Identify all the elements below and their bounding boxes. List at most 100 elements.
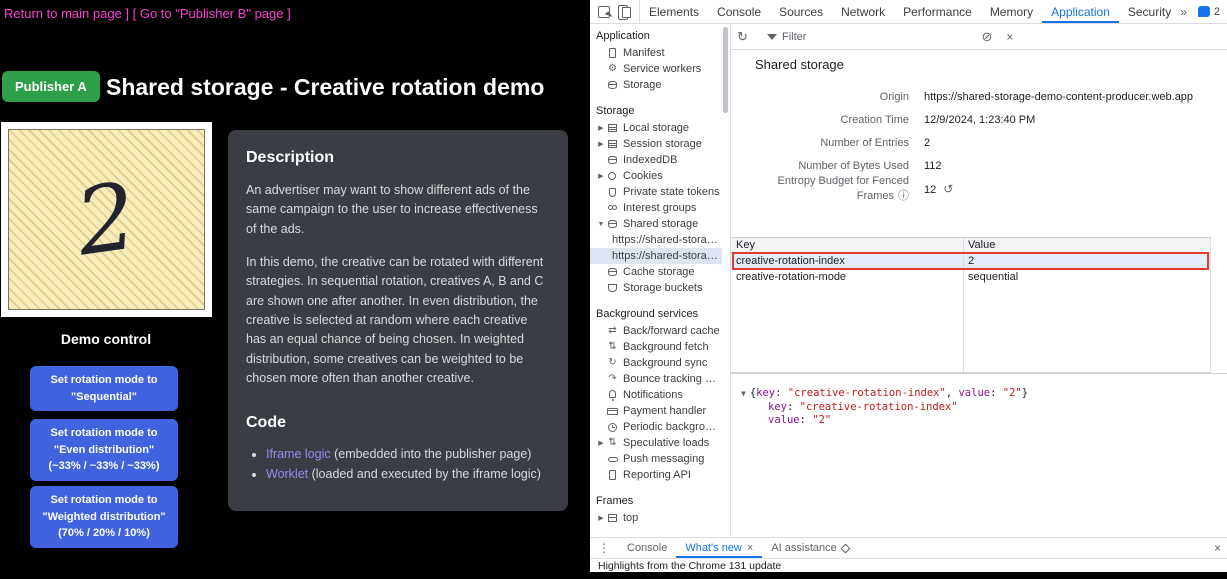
tab-network[interactable]: Network	[832, 0, 894, 23]
property-name: key	[756, 387, 775, 399]
scrollbar-thumb[interactable]	[723, 27, 728, 113]
sidebar-item-speculative-loads[interactable]: ▶⇅Speculative loads	[590, 435, 722, 451]
sidebar-item-label: https://shared-storage…	[612, 250, 722, 262]
meta-label: Number of Bytes Used	[731, 160, 909, 172]
drawer-menu-icon[interactable]: ⋮	[598, 541, 610, 555]
chevron-right-icon[interactable]: ▶	[596, 124, 606, 132]
sidebar-item-cache-storage[interactable]: Cache storage	[590, 264, 722, 280]
close-icon[interactable]: ×	[747, 542, 753, 554]
sidebar-item-payment-handler[interactable]: Payment handler	[590, 403, 722, 419]
sidebar-item-session-storage[interactable]: ▶Session storage	[590, 136, 722, 152]
sidebar-item-label: top	[623, 512, 638, 524]
sidebar-item-shared-storage-origin-1[interactable]: https://shared-storage…	[590, 232, 722, 248]
filter-label[interactable]: Filter	[782, 31, 806, 43]
preview-object-line[interactable]: ▼{key: "creative-rotation-index", value:…	[741, 387, 1227, 401]
top-nav-links[interactable]: Return to main page ] [ Go to "Publisher…	[4, 6, 291, 21]
tab-application[interactable]: Application	[1042, 0, 1119, 23]
sidebar-section-application[interactable]: Application	[590, 27, 722, 45]
sidebar-item-bounce-tracking[interactable]: ↷Bounce tracking miti…	[590, 371, 722, 387]
sidebar-item-indexeddb[interactable]: IndexedDB	[590, 152, 722, 168]
iframe-logic-link[interactable]: Iframe logic	[266, 447, 331, 461]
sidebar-item-shared-storage-origin-2[interactable]: https://shared-storage…	[590, 248, 722, 264]
column-divider[interactable]	[963, 238, 964, 372]
sidebar-section-storage[interactable]: Storage	[590, 102, 722, 120]
meta-value: 12↺	[924, 182, 953, 196]
sidebar-item-local-storage[interactable]: ▶Local storage	[590, 120, 722, 136]
property-name: key	[768, 401, 787, 413]
table-row-creative-rotation-mode[interactable]: creative-rotation-mode sequential	[731, 269, 1210, 285]
sidebar-item-interest-groups[interactable]: Interest groups	[590, 200, 722, 216]
chevron-right-icon[interactable]: ▶	[596, 172, 606, 180]
sidebar-item-label: Shared storage	[623, 218, 698, 230]
sync-arrows-icon: ↻	[606, 357, 619, 369]
clear-events-icon[interactable]: ⊘	[981, 29, 992, 45]
chevron-right-icon[interactable]: ▶	[596, 514, 606, 522]
disclosure-triangle-icon[interactable]: ▼	[741, 389, 746, 398]
sidebar-item-push-messaging[interactable]: Push messaging	[590, 451, 722, 467]
sidebar-item-service-workers[interactable]: ⚙Service workers	[590, 61, 722, 77]
cell-key: creative-rotation-mode	[731, 271, 963, 283]
rotation-mode-even-distribution-button[interactable]: Set rotation mode to "Even distribution"…	[30, 419, 178, 481]
colon: :	[787, 401, 800, 413]
drawer-close-icon[interactable]: ×	[1214, 541, 1221, 555]
sidebar-item-notifications[interactable]: Notifications	[590, 387, 722, 403]
close-icon[interactable]: ×	[1006, 30, 1013, 44]
drawer-tab-console[interactable]: Console	[618, 538, 676, 558]
sidebar-section-frames[interactable]: Frames	[590, 492, 722, 510]
table-row-creative-rotation-index[interactable]: creative-rotation-index 2	[731, 253, 1210, 269]
reset-budget-icon[interactable]: ↺	[943, 182, 953, 196]
up-down-arrows-icon: ⇅	[606, 437, 619, 449]
database-icon	[606, 266, 619, 278]
meta-label: Creation Time	[731, 114, 909, 126]
sidebar-item-shared-storage[interactable]: ▼ Shared storage	[590, 216, 722, 232]
filter-funnel-icon[interactable]	[767, 34, 777, 40]
tab-performance[interactable]: Performance	[894, 0, 981, 23]
description-paragraph-1: An advertiser may want to show different…	[246, 181, 550, 239]
rotation-mode-sequential-button[interactable]: Set rotation mode to "Sequential"	[30, 366, 178, 411]
inspect-element-icon[interactable]	[598, 6, 610, 18]
rotation-mode-weighted-distribution-button[interactable]: Set rotation mode to "Weighted distribut…	[30, 486, 178, 548]
database-icon	[606, 79, 619, 91]
info-icon[interactable]: ⓘ	[898, 190, 909, 202]
more-panels-icon[interactable]: »	[1180, 5, 1187, 19]
creative-digit: 2	[71, 170, 142, 269]
sidebar-item-private-state-tokens[interactable]: Private state tokens	[590, 184, 722, 200]
sidebar-item-cookies[interactable]: ▶Cookies	[590, 168, 722, 184]
button-label-line: "Weighted distribution"	[34, 509, 174, 526]
tab-console[interactable]: Console	[708, 0, 770, 23]
sidebar-item-back-forward-cache[interactable]: ⇄Back/forward cache	[590, 323, 722, 339]
value-column-header[interactable]: Value	[963, 239, 995, 251]
issues-counter[interactable]: 2	[1198, 6, 1220, 18]
key-column-header[interactable]: Key	[731, 239, 963, 251]
sidebar-item-manifest[interactable]: Manifest	[590, 45, 722, 61]
chevron-right-icon[interactable]: ▶	[596, 140, 606, 148]
tab-sources[interactable]: Sources	[770, 0, 832, 23]
sidebar-item-periodic-background-sync[interactable]: Periodic backgroun…	[590, 419, 722, 435]
code-heading: Code	[246, 411, 550, 436]
sidebar-section-background-services[interactable]: Background services	[590, 305, 722, 323]
chevron-right-icon[interactable]: ▶	[596, 439, 606, 447]
brace: }	[1022, 387, 1028, 399]
colon: :	[990, 387, 1003, 399]
bell-icon	[606, 389, 619, 401]
meta-row-number-of-entries: Number of Entries 2	[731, 131, 1227, 154]
sidebar-item-storage[interactable]: Storage	[590, 77, 722, 93]
sidebar-item-background-fetch[interactable]: ⇅Background fetch	[590, 339, 722, 355]
tab-memory[interactable]: Memory	[981, 0, 1042, 23]
refresh-icon[interactable]: ↻	[737, 29, 759, 45]
device-toolbar-icon[interactable]	[618, 5, 631, 18]
sidebar-scrollbar[interactable]	[722, 24, 729, 537]
worklet-link[interactable]: Worklet	[266, 467, 308, 481]
sidebar-item-top-frame[interactable]: ▶ top	[590, 510, 722, 526]
drawer-tab-ai-assistance[interactable]: AI assistance	[762, 538, 857, 558]
issues-count: 2	[1214, 6, 1220, 18]
tab-security[interactable]: Security	[1119, 0, 1180, 23]
drawer-tab-whats-new[interactable]: What's new×	[676, 538, 762, 558]
frame-icon	[606, 512, 619, 524]
sidebar-item-storage-buckets[interactable]: Storage buckets	[590, 280, 722, 296]
chevron-down-icon[interactable]: ▼	[596, 221, 606, 228]
tab-elements[interactable]: Elements	[640, 0, 708, 23]
sidebar-item-background-sync[interactable]: ↻Background sync	[590, 355, 722, 371]
sidebar-item-reporting-api[interactable]: Reporting API	[590, 467, 722, 483]
meta-row-entropy-budget: Entropy Budget for Fenced Framesⓘ 12↺	[731, 177, 1227, 200]
